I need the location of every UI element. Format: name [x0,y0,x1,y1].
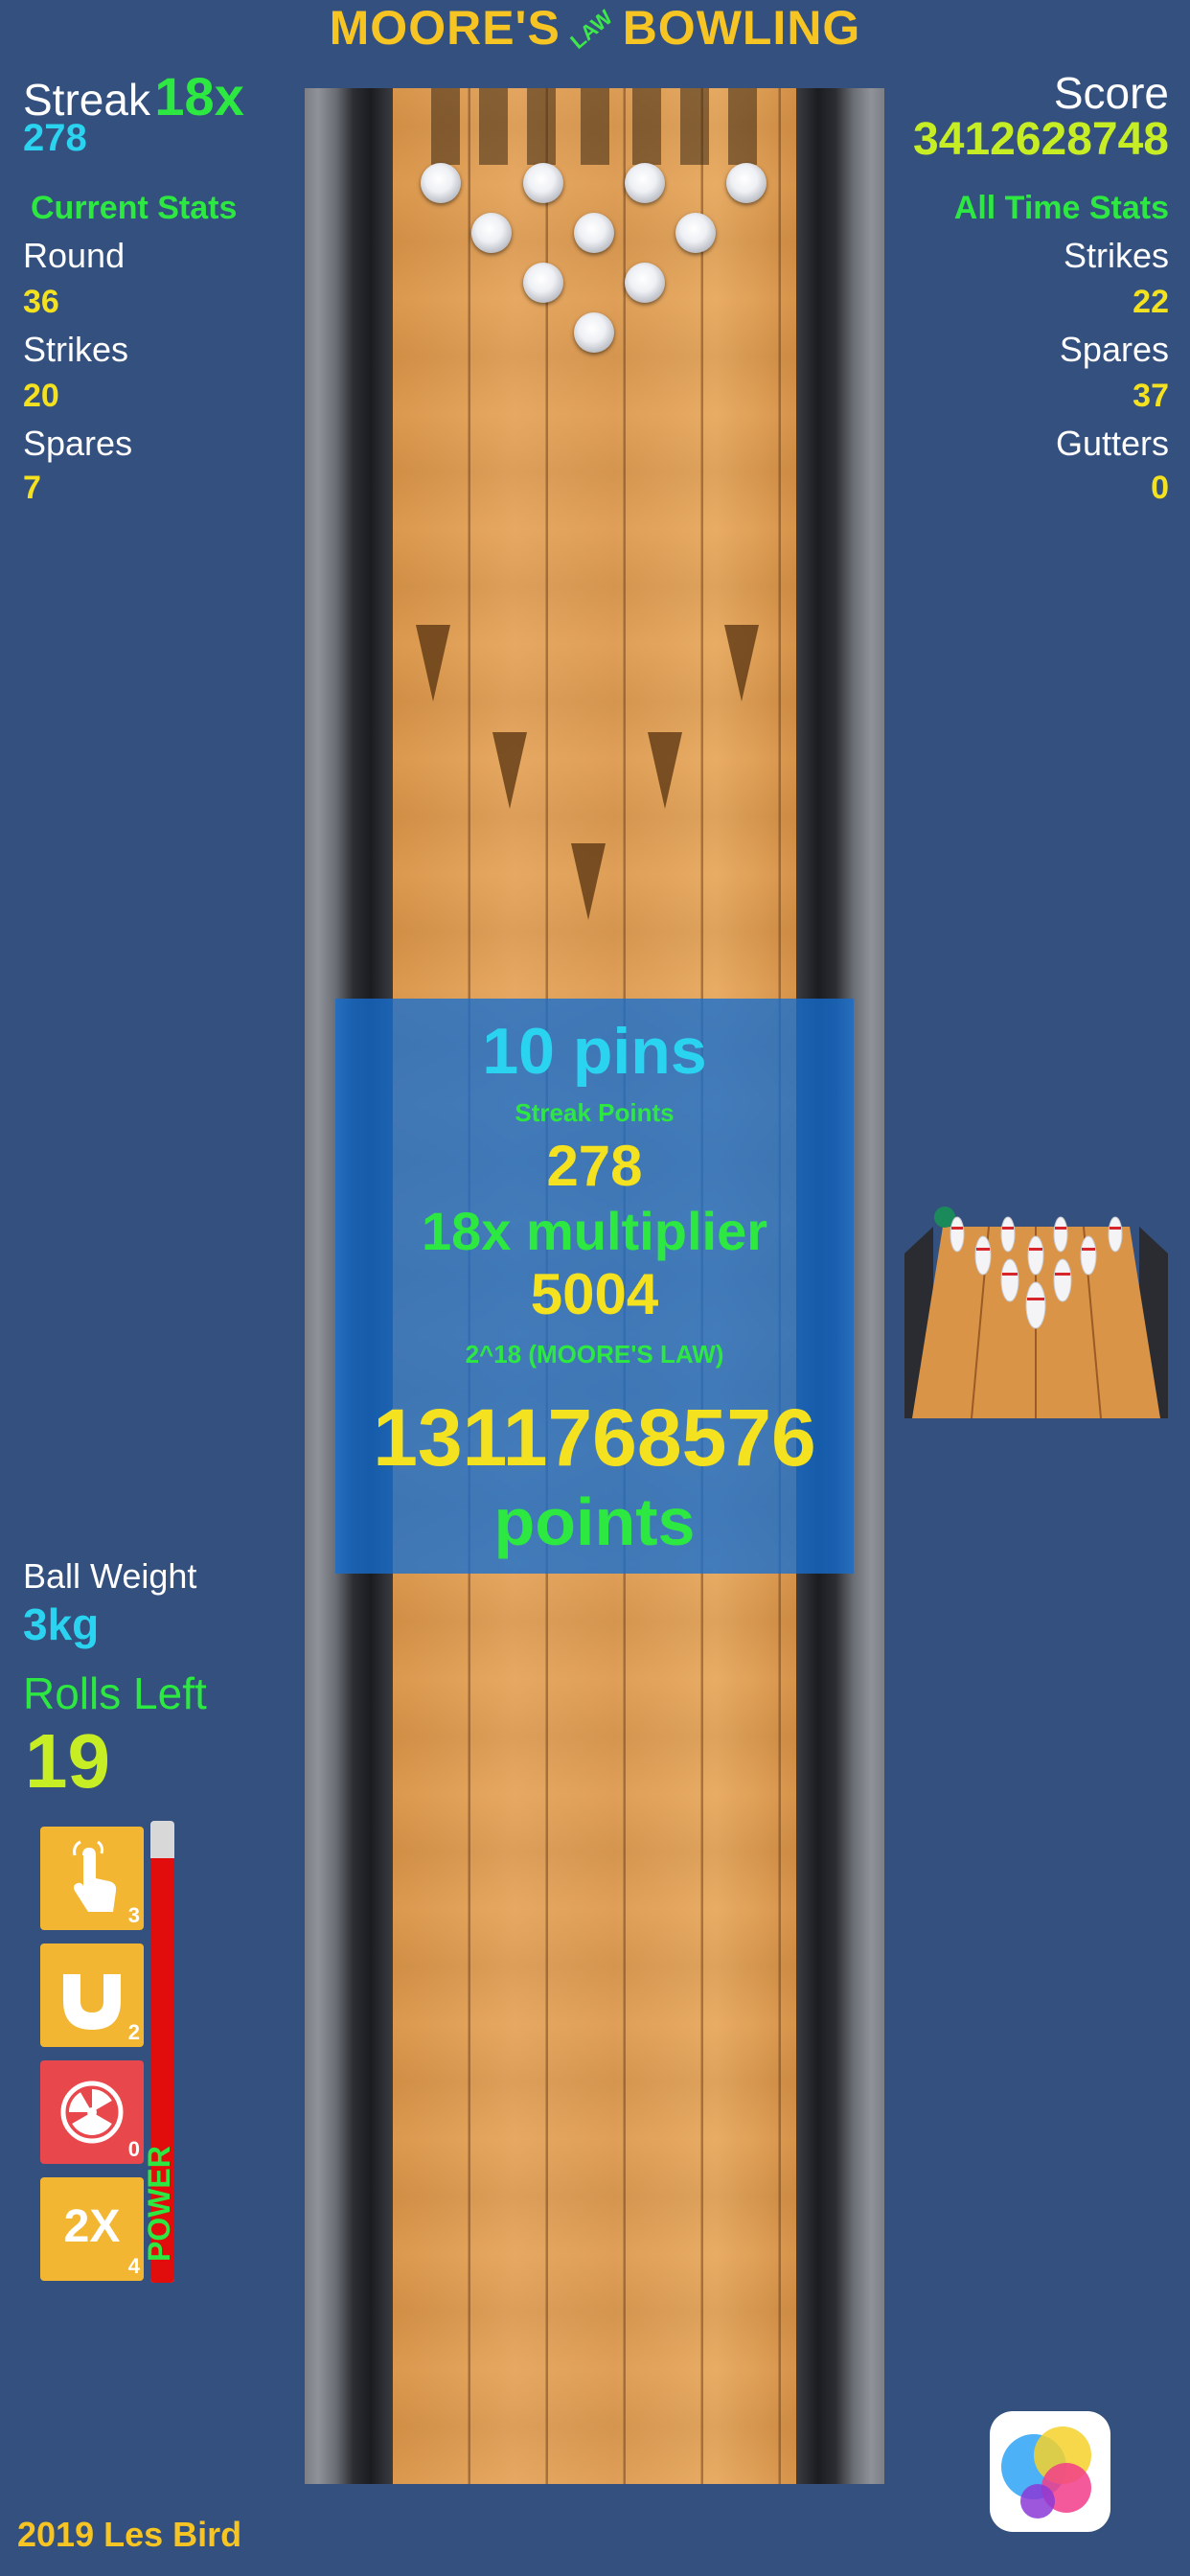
ball-weight-label: Ball Weight [23,1556,197,1596]
lane-arrow [724,625,759,702]
pin-7 [421,163,461,203]
pin-deck-shadow [527,88,556,165]
round-label: Round [23,236,126,275]
total-points: 1311768576 [373,1392,816,1483]
lane-arrow [571,843,606,920]
pin-5 [574,213,614,253]
powerup-nuke-button[interactable]: 0 [40,2060,144,2164]
powerup-magnet-button[interactable]: 2 [40,1944,144,2047]
pin-deck-shadow [632,88,661,165]
power-label: POWER [142,2146,176,2262]
game-center-icon [1001,2426,1091,2518]
pin-deck-shadow [728,88,757,165]
title-left: MOORE'S [329,1,561,55]
pin-deck-shadow [680,88,709,165]
roll-result-overlay: 10 pins Streak Points 278 18x multiplier… [335,999,854,1574]
lane-arrow [416,625,450,702]
rolls-left-label: Rolls Left [23,1668,207,1718]
title-right: BOWLING [622,1,861,55]
pin-deck-shadow [581,88,609,165]
overlay-streak-points: 278 [546,1134,643,1198]
score-value: 3412628748 [913,114,1169,165]
moores-law-formula: 2^18 (MOORE'S LAW) [465,1340,724,1368]
powerup-magnet-count: 2 [127,2020,140,2044]
ball-weight-value[interactable]: 3kg [23,1598,99,1650]
game-title: MOORE'S LAW BOWLING [0,0,1190,61]
alltime-strikes-label: Strikes [1063,236,1169,275]
pin-8 [523,163,563,203]
current-stats-header: Current Stats [31,190,238,226]
rolls-left-value: 19 [25,1718,110,1804]
pin-deck-shadow [431,88,460,165]
double-label: 2X [63,2201,121,2252]
alltime-spares-value: 37 [1133,378,1169,414]
pin-6 [675,213,716,253]
pin-deck-shadow [479,88,508,165]
strikes-value: 20 [23,378,59,414]
gutters-value: 0 [1151,470,1169,506]
streak-points-label: Streak Points [515,1098,675,1127]
pin-9 [625,163,665,203]
multiplied-value: 5004 [530,1262,659,1326]
multiplier-text: 18x multiplier [421,1201,768,1261]
camera-view [904,1206,1168,1418]
powerup-tap-count: 3 [127,1903,140,1927]
all-time-stats-header: All Time Stats [953,190,1169,226]
pin-camera-icon [904,1206,1168,1418]
powerup-double-button[interactable]: 2X 4 [40,2177,144,2281]
points-label: points [493,1484,696,1559]
powerup-nuke-count: 0 [127,2137,140,2161]
powerup-double-count: 4 [127,2254,140,2278]
spares-label: Spares [23,424,133,463]
copyright: 2019 Les Bird [17,2515,242,2554]
game-center-button[interactable] [990,2411,1110,2532]
pin-1 [574,312,614,353]
gutters-label: Gutters [1055,424,1169,463]
round-value: 36 [23,284,59,320]
streak-points: 278 [23,117,87,159]
pin-10 [726,163,767,203]
lane-arrow [648,732,682,809]
streak-multiplier: 18x [154,66,244,126]
pin-2 [523,263,563,303]
pin-4 [471,213,512,253]
strikes-label: Strikes [23,330,129,369]
pins-knocked: 10 pins [482,1015,707,1088]
pin-3 [625,263,665,303]
score-label: Score [1053,68,1169,118]
lane-arrow [492,732,527,809]
powerup-tap-button[interactable]: 3 [40,1827,144,1930]
spares-value: 7 [23,470,41,506]
alltime-strikes-value: 22 [1133,284,1169,320]
title-law: LAW [565,5,617,54]
alltime-spares-label: Spares [1059,330,1169,369]
